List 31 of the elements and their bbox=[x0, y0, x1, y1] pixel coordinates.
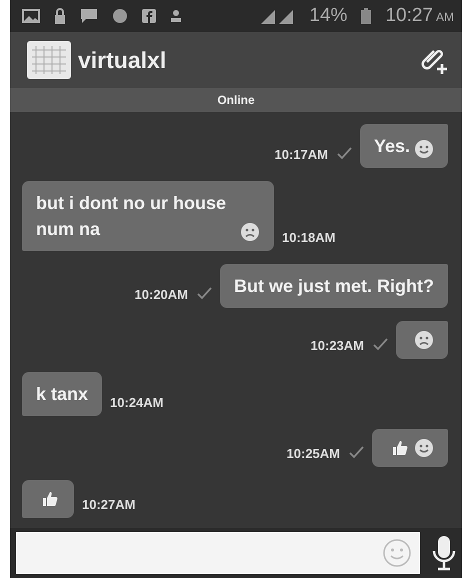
facebook-icon bbox=[142, 9, 156, 23]
clock-meridiem: AM bbox=[436, 10, 454, 24]
person-icon bbox=[170, 9, 182, 23]
contact-avatar[interactable] bbox=[26, 40, 72, 80]
message-text: But we just met. Right? bbox=[234, 275, 434, 298]
clock-time: 10:27 bbox=[385, 5, 433, 27]
message-time: 10:17AM bbox=[274, 147, 328, 164]
message-time: 10:24AM bbox=[110, 395, 164, 412]
message-text: Yes. bbox=[374, 135, 410, 158]
smiley-icon bbox=[414, 139, 434, 159]
lock-icon bbox=[54, 8, 66, 24]
battery-percent: 14% bbox=[309, 5, 348, 27]
message-time: 10:27AM bbox=[82, 497, 136, 514]
battery-icon bbox=[361, 8, 372, 24]
message-input[interactable] bbox=[16, 532, 420, 574]
thumbs-up-icon bbox=[40, 489, 60, 509]
sad-face-icon bbox=[240, 222, 260, 242]
message-time: 10:18AM bbox=[282, 230, 336, 247]
thumbs-up-icon bbox=[390, 438, 410, 458]
sad-face-icon bbox=[414, 330, 434, 350]
presence-status: Online bbox=[10, 88, 462, 112]
message-text: k tanx bbox=[36, 383, 88, 406]
message-time: 10:25AM bbox=[286, 446, 340, 463]
image-icon bbox=[22, 9, 40, 23]
message-text: but i dont no ur house num na bbox=[36, 192, 227, 241]
message-time: 10:20AM bbox=[134, 287, 188, 304]
contact-name: virtualxl bbox=[78, 46, 168, 74]
message-time: 10:23AM bbox=[310, 338, 364, 355]
smiley-icon bbox=[414, 438, 434, 458]
chat-icon bbox=[80, 8, 98, 24]
microphone-icon[interactable] bbox=[432, 535, 456, 571]
